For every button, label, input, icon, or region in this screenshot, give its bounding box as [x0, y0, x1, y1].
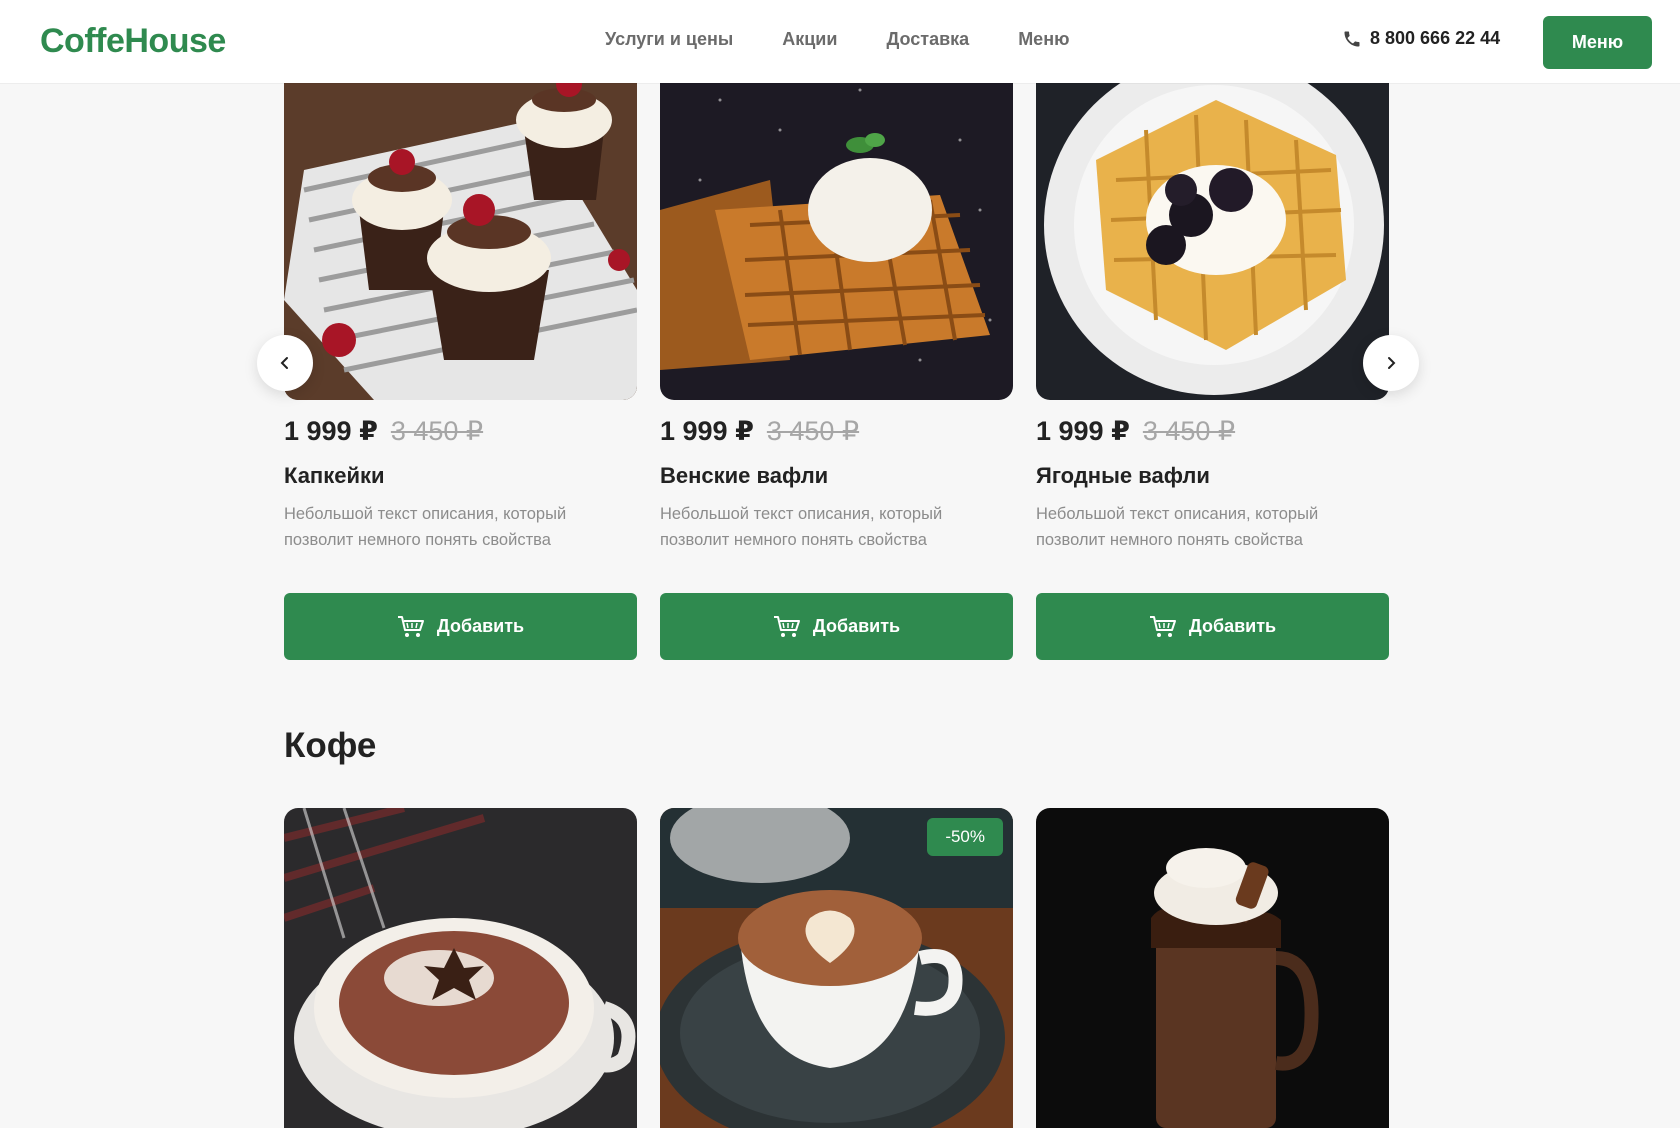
- phone-icon: [1344, 31, 1360, 46]
- price: 1 999 ₽: [284, 416, 378, 446]
- cart-icon: [773, 615, 800, 637]
- product-card: 1 999 ₽ 3 450 ₽ Ягодные вафли Небольшой …: [1036, 60, 1389, 660]
- chevron-left-icon: [280, 357, 288, 369]
- nav-delivery[interactable]: Доставка: [886, 29, 969, 50]
- product-card: [1036, 808, 1389, 1128]
- discount-badge: -50%: [927, 818, 1003, 856]
- product-image-viennese-waffles[interactable]: [660, 60, 1013, 400]
- product-description: Небольшой текст описания, который позвол…: [284, 505, 567, 549]
- product-image-cappuccino[interactable]: -50%: [660, 808, 1013, 1128]
- product-image-cupcakes[interactable]: [284, 60, 637, 400]
- site-header: CoffeHouse Услуги и цены Акции Доставка …: [0, 0, 1680, 83]
- old-price: 3 450 ₽: [390, 416, 484, 446]
- product-description: Небольшой текст описания, который позвол…: [660, 505, 943, 549]
- price: 1 999 ₽: [660, 416, 754, 446]
- dessert-products: 1 999 ₽ 3 450 ₽ Капкейки Небольшой текст…: [284, 60, 1391, 660]
- add-to-cart-label: Добавить: [436, 616, 525, 636]
- phone-number: 8 800 666 22 44: [1370, 28, 1501, 48]
- carousel-next-button[interactable]: [1363, 335, 1419, 391]
- add-to-cart-button[interactable]: Добавить: [1036, 593, 1389, 660]
- old-price: 3 450 ₽: [1142, 416, 1236, 446]
- price: 1 999 ₽: [1036, 416, 1130, 446]
- carousel-prev-button[interactable]: [257, 335, 313, 391]
- logo[interactable]: CoffeHouse: [40, 22, 226, 61]
- price-line: 1 999 ₽ 3 450 ₽: [660, 416, 1013, 447]
- add-to-cart-button[interactable]: Добавить: [284, 593, 637, 660]
- section-title-coffee: Кофе: [284, 726, 377, 765]
- product-image-berry-waffles[interactable]: [1036, 60, 1389, 400]
- chevron-right-icon: [1388, 357, 1396, 369]
- product-card: [284, 808, 637, 1128]
- product-title[interactable]: Ягодные вафли: [1036, 463, 1389, 489]
- product-card: 1 999 ₽ 3 450 ₽ Венские вафли Небольшой …: [660, 60, 1013, 660]
- nav-services[interactable]: Услуги и цены: [605, 29, 733, 50]
- add-to-cart-button[interactable]: Добавить: [660, 593, 1013, 660]
- product-image-milkshake[interactable]: [1036, 808, 1389, 1128]
- product-card: -50%: [660, 808, 1013, 1128]
- cart-icon: [397, 615, 424, 637]
- product-title[interactable]: Капкейки: [284, 463, 637, 489]
- nav-menu[interactable]: Меню: [1018, 29, 1069, 50]
- add-to-cart-label: Добавить: [812, 616, 901, 636]
- coffee-products: -50%: [284, 808, 1391, 1128]
- cart-icon: [1149, 615, 1176, 637]
- header-menu-button[interactable]: Меню: [1543, 16, 1652, 69]
- phone-link[interactable]: 8 800 666 22 44: [1342, 28, 1500, 49]
- product-image-cocoa[interactable]: [284, 808, 637, 1128]
- product-title[interactable]: Венские вафли: [660, 463, 1013, 489]
- price-line: 1 999 ₽ 3 450 ₽: [284, 416, 637, 447]
- nav-promotions[interactable]: Акции: [782, 29, 837, 50]
- add-to-cart-label: Добавить: [1188, 616, 1277, 636]
- main-nav: Услуги и цены Акции Доставка Меню: [605, 29, 1069, 50]
- product-card: 1 999 ₽ 3 450 ₽ Капкейки Небольшой текст…: [284, 60, 637, 660]
- product-description: Небольшой текст описания, который позвол…: [1036, 505, 1319, 549]
- old-price: 3 450 ₽: [766, 416, 860, 446]
- price-line: 1 999 ₽ 3 450 ₽: [1036, 416, 1389, 447]
